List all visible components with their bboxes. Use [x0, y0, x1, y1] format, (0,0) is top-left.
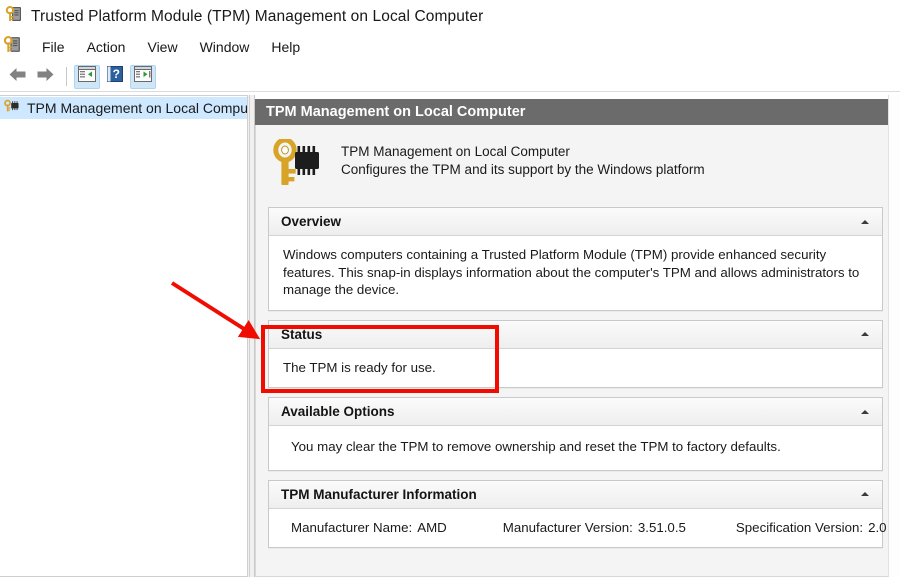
- section-overview-header[interactable]: Overview: [269, 208, 882, 236]
- action-pane-icon: [134, 66, 152, 87]
- section-overview: Overview Windows computers containing a …: [268, 207, 883, 311]
- section-tpm-manufacturer-information-body: Manufacturer Name: AMD Manufacturer Versi…: [269, 508, 887, 547]
- section-overview-text: Windows computers containing a Trusted P…: [283, 247, 860, 297]
- chevron-up-icon[interactable]: [854, 483, 876, 505]
- manufacturer-name-value: AMD: [417, 519, 447, 535]
- sidebar-item-label: TPM Management on Local Compu: [27, 100, 247, 116]
- tpm-key-chip-icon: [4, 98, 21, 119]
- section-status-body: The TPM is ready for use.: [269, 348, 882, 387]
- chevron-up-icon[interactable]: [854, 323, 876, 345]
- specification-version-value: 2.0: [868, 519, 887, 535]
- menu-item-help[interactable]: Help: [260, 37, 311, 57]
- details-pane: TPM Management on Local Computer TPM Man…: [255, 95, 900, 577]
- section-available-options-header[interactable]: Available Options: [269, 398, 882, 426]
- question-mark-icon: ?: [107, 66, 123, 87]
- menu-item-file[interactable]: File: [31, 37, 76, 57]
- section-status-header[interactable]: Status: [269, 320, 882, 349]
- tpm-management-window: Trusted Platform Module (TPM) Management…: [0, 0, 900, 577]
- manufacturer-version-label: Manufacturer Version:: [502, 519, 633, 535]
- pane-body: TPM Management on Local Computer Configu…: [255, 125, 896, 577]
- vertical-scrollbar[interactable]: [888, 95, 900, 577]
- toolbar: ?: [0, 61, 900, 92]
- specification-version-field: Specification Version: 2.0: [736, 520, 887, 535]
- left-arrow-icon: [8, 67, 27, 87]
- status-text: The TPM is ready for use.: [283, 359, 436, 375]
- section-status: Status The TPM is ready for use.: [268, 319, 883, 388]
- menu-item-window[interactable]: Window: [189, 37, 261, 57]
- key-chip-icon: [271, 137, 325, 194]
- menu-item-view[interactable]: View: [136, 37, 188, 57]
- svg-text:?: ?: [113, 67, 120, 81]
- window-title: Trusted Platform Module (TPM) Management…: [31, 7, 484, 25]
- section-tpm-manufacturer-information-title: TPM Manufacturer Information: [281, 486, 477, 502]
- console-tree-pane: TPM Management on Local Compu: [0, 95, 248, 577]
- manufacturer-name-field: Manufacturer Name: AMD: [291, 520, 447, 535]
- pane-header-title: TPM Management on Local Computer: [266, 104, 526, 120]
- section-available-options-body: You may clear the TPM to remove ownershi…: [269, 426, 882, 470]
- tpm-key-chip-icon: [3, 35, 22, 59]
- console-tree-icon: [78, 66, 96, 87]
- toolbar-separator: [66, 67, 67, 86]
- manufacturer-info-row: Manufacturer Name: AMD Manufacturer Versi…: [291, 509, 887, 547]
- toolbar-divider: [0, 91, 900, 92]
- pane-splitter[interactable]: [248, 95, 255, 577]
- right-arrow-icon: [36, 67, 55, 87]
- back-button[interactable]: [4, 65, 30, 89]
- title-bar: Trusted Platform Module (TPM) Management…: [0, 0, 900, 33]
- section-overview-body: Windows computers containing a Trusted P…: [269, 236, 882, 310]
- chevron-up-icon[interactable]: [854, 211, 876, 233]
- available-options-text: You may clear the TPM to remove ownershi…: [291, 439, 781, 454]
- help-button[interactable]: ?: [102, 65, 128, 89]
- chevron-up-icon[interactable]: [854, 401, 876, 423]
- show-hide-console-tree-button[interactable]: [74, 64, 100, 89]
- manufacturer-name-label: Manufacturer Name:: [291, 519, 413, 535]
- forward-button[interactable]: [32, 65, 58, 89]
- specification-version-label: Specification Version:: [735, 519, 864, 535]
- section-status-title: Status: [281, 326, 323, 342]
- manufacturer-version-field: Manufacturer Version: 3.51.0.5: [503, 520, 686, 535]
- sidebar-item-tpm-management[interactable]: TPM Management on Local Compu: [0, 97, 247, 119]
- section-overview-title: Overview: [281, 214, 342, 229]
- show-hide-action-pane-button[interactable]: [130, 64, 156, 89]
- intro-title: TPM Management on Local Computer: [341, 144, 570, 159]
- section-available-options: Available Options You may clear the TPM …: [268, 397, 883, 471]
- tpm-key-chip-icon: [5, 5, 23, 28]
- menu-item-action[interactable]: Action: [76, 37, 137, 57]
- section-tpm-manufacturer-information: TPM Manufacturer Information Manufacture…: [268, 479, 887, 548]
- manufacturer-version-value: 3.51.0.5: [637, 519, 686, 535]
- intro-subtitle: Configures the TPM and its support by th…: [341, 162, 705, 177]
- pane-intro: TPM Management on Local Computer Configu…: [256, 125, 895, 207]
- section-available-options-title: Available Options: [281, 404, 395, 419]
- section-tpm-manufacturer-information-header[interactable]: TPM Manufacturer Information: [269, 480, 882, 509]
- menu-bar: File Action View Window Help: [0, 33, 900, 61]
- pane-header: TPM Management on Local Computer: [255, 99, 896, 125]
